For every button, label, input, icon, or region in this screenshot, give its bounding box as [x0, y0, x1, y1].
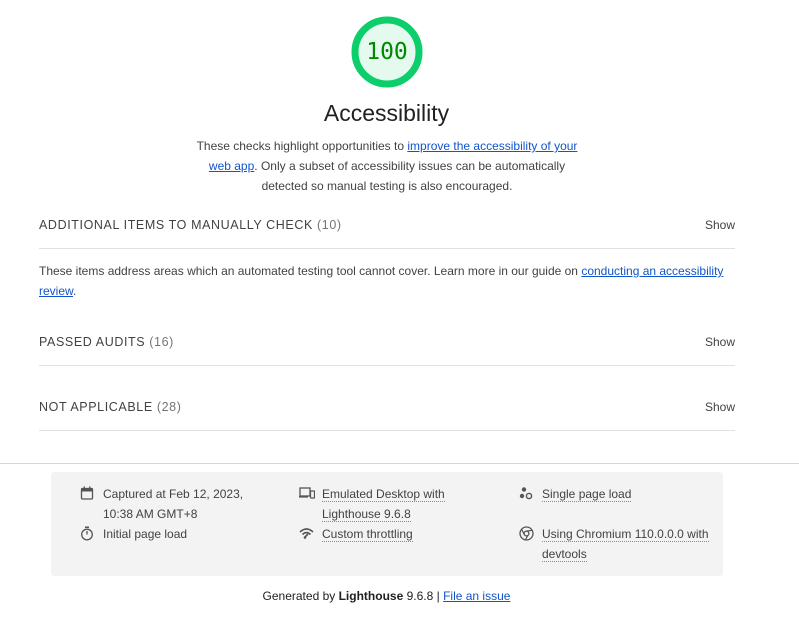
env-browser-value: Using Chromium 110.0.0.0 with devtools — [542, 527, 709, 562]
group-notapplicable-header[interactable]: NOT APPLICABLE (28) Show — [39, 392, 735, 422]
chrome-icon — [519, 526, 535, 542]
group-manual-count: (10) — [317, 218, 342, 232]
score-gauge: 100 — [351, 16, 423, 88]
group-notapplicable-divider — [39, 430, 735, 431]
group-manual-divider — [39, 248, 735, 249]
group-manual-description-end: . — [73, 284, 77, 298]
group-notapplicable-show-toggle[interactable]: Show — [705, 400, 735, 414]
group-passed-divider — [39, 365, 735, 366]
group-passed-header[interactable]: PASSED AUDITS (16) Show — [39, 327, 735, 357]
devices-icon — [299, 486, 316, 502]
category-description-text-end: . Only a subset of accessibility issues … — [254, 159, 566, 193]
env-device-value: Emulated Desktop with Lighthouse 9.6.8 — [322, 487, 445, 522]
footer-divider — [0, 463, 799, 464]
env-single-load-value: Single page load — [542, 487, 632, 502]
network-throttling-icon — [299, 526, 315, 542]
calendar-icon — [80, 486, 96, 502]
score-value: 100 — [366, 39, 408, 65]
env-browser-text: Using Chromium 110.0.0.0 with devtools — [542, 524, 717, 564]
group-manual-title-text: ADDITIONAL ITEMS TO MANUALLY CHECK — [39, 218, 313, 232]
group-passed-show-toggle[interactable]: Show — [705, 335, 735, 349]
category-description: These checks highlight opportunities to … — [193, 136, 581, 196]
stopwatch-icon — [80, 526, 96, 542]
group-notapplicable-count: (28) — [156, 400, 182, 414]
generated-by-footer: Generated by Lighthouse 9.6.8 | File an … — [0, 589, 773, 603]
env-single-load-text: Single page load — [542, 484, 632, 504]
runtime-settings-panel: Captured at Feb 12, 2023, 10:38 AM GMT+8… — [51, 472, 723, 576]
category-description-text: These checks highlight opportunities to — [196, 139, 408, 153]
group-manual-show-toggle[interactable]: Show — [705, 218, 735, 232]
lighthouse-version: 9.6.8 | — [403, 589, 444, 603]
env-throttling-value: Custom throttling — [322, 527, 413, 542]
group-passed-title-text: PASSED AUDITS — [39, 335, 146, 349]
category-title: Accessibility — [323, 100, 450, 126]
group-manual-title: ADDITIONAL ITEMS TO MANUALLY CHECK (10) — [39, 218, 342, 232]
group-manual-description: These items address areas which an autom… — [39, 261, 739, 301]
generated-by-prefix: Generated by — [262, 589, 339, 603]
group-passed-count: (16) — [149, 335, 174, 349]
group-manual-header[interactable]: ADDITIONAL ITEMS TO MANUALLY CHECK (10) … — [39, 210, 735, 240]
env-initial-load-text: Initial page load — [103, 527, 188, 541]
group-passed-title: PASSED AUDITS (16) — [39, 335, 174, 349]
env-throttling-text: Custom throttling — [322, 524, 413, 544]
env-captured-text: Captured at Feb 12, 2023, 10:38 AM GMT+8 — [103, 487, 244, 521]
group-notapplicable-title: NOT APPLICABLE (28) — [39, 400, 182, 414]
single-load-icon — [519, 486, 535, 502]
lighthouse-product-name: Lighthouse — [338, 589, 404, 603]
env-device-text: Emulated Desktop with Lighthouse 9.6.8 — [322, 484, 467, 524]
group-notapplicable-title-text: NOT APPLICABLE — [39, 400, 153, 414]
file-an-issue-link[interactable]: File an issue — [443, 589, 510, 603]
group-manual-description-text: These items address areas which an autom… — [39, 264, 582, 278]
